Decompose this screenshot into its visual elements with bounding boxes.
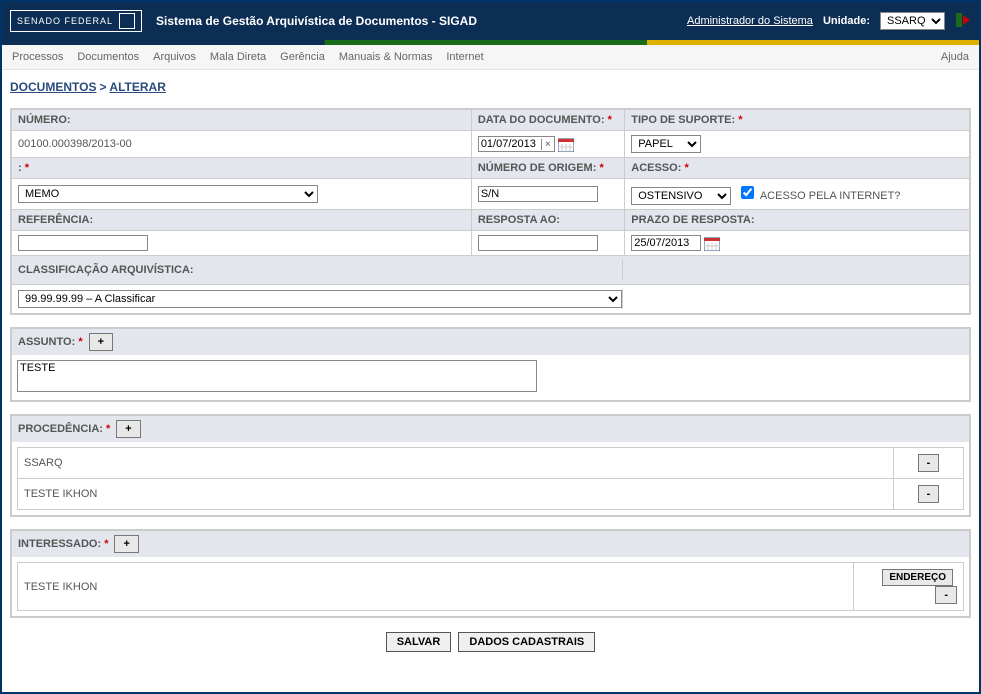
save-button[interactable]: SALVAR	[386, 632, 452, 652]
classificacao-select[interactable]: 99.99.99.99 – A Classificar	[18, 290, 622, 308]
resposta-input[interactable]	[478, 235, 598, 251]
label-assunto: ASSUNTO: *	[18, 336, 83, 348]
interessado-item: TESTE IKHON	[24, 581, 97, 593]
data-documento-input[interactable]	[479, 137, 541, 151]
prazo-input[interactable]	[631, 235, 701, 251]
label-interessado: INTERESSADO: *	[18, 538, 108, 550]
endereco-button[interactable]: ENDEREÇO	[882, 569, 953, 586]
calendar-icon[interactable]	[704, 237, 720, 249]
menu-gerencia[interactable]: Gerência	[280, 51, 325, 63]
assunto-textarea[interactable]	[17, 360, 537, 392]
label-prazo: PRAZO DE RESPOSTA:	[625, 210, 970, 231]
label-data-documento: DATA DO DOCUMENTO: *	[471, 109, 624, 131]
label-tipo-suporte: TIPO DE SUPORTE: *	[625, 109, 970, 131]
brand-square-icon	[119, 13, 135, 29]
menu-mala-direta[interactable]: Mala Direta	[210, 51, 266, 63]
table-row: SSARQ -	[18, 448, 964, 479]
unit-select[interactable]: SSARQ	[880, 12, 945, 30]
tipo-suporte-select[interactable]: PAPEL	[631, 135, 701, 153]
procedencia-add-button[interactable]: +	[116, 420, 140, 438]
section-procedencia: PROCEDÊNCIA: * + SSARQ - TESTE IKHON -	[10, 414, 971, 517]
form-actions: SALVAR DADOS CADASTRAIS	[10, 632, 971, 652]
menu-ajuda[interactable]: Ajuda	[941, 51, 969, 63]
calendar-icon[interactable]	[558, 138, 574, 150]
breadcrumb-sep: >	[100, 80, 110, 94]
acesso-select[interactable]: OSTENSIVO	[631, 187, 731, 205]
main-menu: Processos Documentos Arquivos Mala Diret…	[2, 45, 979, 70]
table-row: TESTE IKHON -	[18, 479, 964, 510]
menu-processos[interactable]: Processos	[12, 51, 63, 63]
label-tipo-doc: : *	[11, 158, 471, 179]
breadcrumb-current: ALTERAR	[109, 80, 165, 94]
procedencia-item: TESTE IKHON	[24, 488, 97, 500]
value-numero: 00100.000398/2013-00	[11, 131, 471, 158]
numero-origem-input[interactable]	[478, 186, 598, 202]
procedencia-remove-button[interactable]: -	[918, 454, 940, 472]
section-assunto: ASSUNTO: * +	[10, 327, 971, 402]
referencia-input[interactable]	[18, 235, 148, 251]
label-procedencia: PROCEDÊNCIA: *	[18, 423, 110, 435]
label-acesso: ACESSO: *	[625, 158, 970, 179]
app-header: SENADO FEDERAL Sistema de Gestão Arquiví…	[2, 2, 979, 40]
menu-arquivos[interactable]: Arquivos	[153, 51, 196, 63]
acesso-internet-checkbox[interactable]	[741, 186, 754, 199]
procedencia-item: SSARQ	[24, 457, 63, 469]
app-title: Sistema de Gestão Arquivística de Docume…	[156, 14, 477, 28]
label-numero-origem: NÚMERO DE ORIGEM: *	[471, 158, 624, 179]
procedencia-remove-button[interactable]: -	[918, 485, 940, 503]
admin-link[interactable]: Administrador do Sistema	[687, 15, 813, 27]
label-referencia: REFERÊNCIA:	[11, 210, 471, 231]
table-row: TESTE IKHON ENDEREÇO -	[18, 563, 964, 611]
document-form: NÚMERO: DATA DO DOCUMENTO: * TIPO DE SUP…	[10, 108, 971, 315]
breadcrumb: DOCUMENTOS > ALTERAR	[10, 80, 971, 94]
tipo-doc-select[interactable]: MEMO	[18, 185, 318, 203]
dados-cadastrais-button[interactable]: DADOS CADASTRAIS	[458, 632, 595, 652]
section-interessado: INTERESSADO: * + TESTE IKHON ENDEREÇO -	[10, 529, 971, 618]
menu-manuais[interactable]: Manuais & Normas	[339, 51, 433, 63]
menu-documentos[interactable]: Documentos	[77, 51, 139, 63]
label-classificacao: CLASSIFICAÇÃO ARQUIVÍSTICA:	[18, 260, 623, 280]
label-acesso-internet: ACESSO PELA INTERNET?	[760, 190, 901, 202]
brand-logo: SENADO FEDERAL	[10, 10, 142, 32]
data-documento-clear-icon[interactable]: ×	[541, 139, 554, 150]
breadcrumb-root[interactable]: DOCUMENTOS	[10, 80, 96, 94]
brand-text: SENADO FEDERAL	[17, 16, 113, 26]
unit-label: Unidade:	[823, 15, 870, 27]
label-resposta: RESPOSTA AO:	[471, 210, 624, 231]
data-documento-field[interactable]: ×	[478, 136, 555, 152]
interessado-add-button[interactable]: +	[114, 535, 138, 553]
exit-icon[interactable]	[955, 12, 971, 31]
interessado-remove-button[interactable]: -	[935, 586, 957, 604]
menu-internet[interactable]: Internet	[446, 51, 483, 63]
assunto-add-button[interactable]: +	[89, 333, 113, 351]
label-numero: NÚMERO:	[11, 109, 471, 131]
